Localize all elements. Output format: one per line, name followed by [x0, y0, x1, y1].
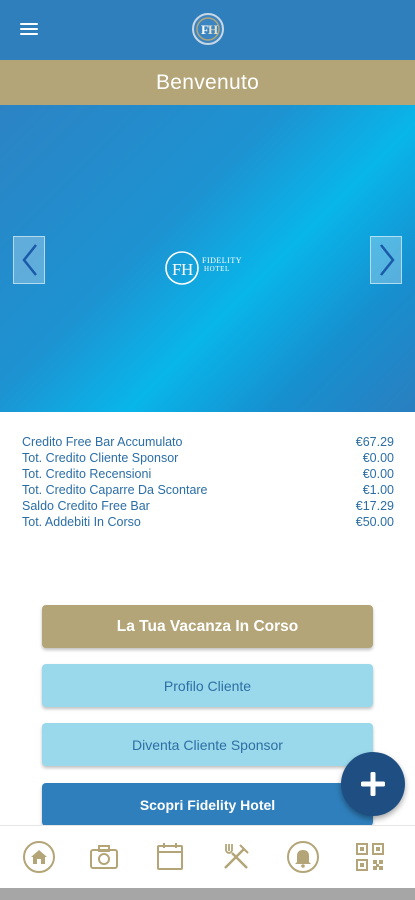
- credit-summary-list: Credito Free Bar Accumulato €67.29 Tot. …: [22, 434, 394, 530]
- nav-qr-code[interactable]: [352, 839, 388, 875]
- restaurant-icon: [224, 844, 249, 869]
- bell-icon: [287, 841, 319, 873]
- credit-label: Tot. Credito Caparre Da Scontare: [22, 483, 208, 497]
- credit-value: €50.00: [355, 515, 394, 529]
- fidelity-hotel-logo-icon: F H: [191, 12, 225, 46]
- carousel-logo-name: FIDELITY: [202, 256, 242, 265]
- nav-camera[interactable]: [86, 839, 122, 875]
- svg-text:H: H: [208, 22, 218, 37]
- current-vacation-button[interactable]: La Tua Vacanza In Corso: [42, 605, 373, 648]
- carousel-prev-button[interactable]: [13, 236, 45, 284]
- carousel-logo: F H FIDELITY HOTEL: [164, 247, 254, 289]
- chevron-right-icon: [380, 244, 395, 276]
- plus-icon: [361, 772, 385, 796]
- credit-row: Tot. Addebiti In Corso €50.00: [22, 514, 394, 530]
- credit-label: Tot. Credito Recensioni: [22, 467, 152, 481]
- home-icon: [23, 841, 55, 873]
- fh-monogram-icon: F H: [165, 251, 199, 285]
- chevron-left-icon: [22, 244, 37, 276]
- system-navigation-bar: [0, 888, 415, 900]
- credit-label: Tot. Addebiti In Corso: [22, 515, 141, 529]
- calendar-icon: [157, 843, 183, 870]
- credit-value: €0.00: [362, 467, 394, 481]
- credit-row: Saldo Credito Free Bar €17.29: [22, 498, 394, 514]
- credit-value: €17.29: [355, 499, 394, 513]
- credit-row: Credito Free Bar Accumulato €67.29: [22, 434, 394, 450]
- nav-restaurant[interactable]: [218, 839, 254, 875]
- nav-notifications[interactable]: [285, 839, 321, 875]
- bottom-navigation: [0, 825, 415, 888]
- top-app-bar: F H: [0, 0, 415, 60]
- nav-calendar[interactable]: [152, 839, 188, 875]
- svg-text:H: H: [181, 260, 193, 279]
- credit-row: Tot. Credito Caparre Da Scontare €1.00: [22, 482, 394, 498]
- carousel-next-button[interactable]: [370, 236, 402, 284]
- discover-hotel-button[interactable]: Scopri Fidelity Hotel: [42, 783, 373, 826]
- credit-value: €1.00: [362, 483, 394, 497]
- qr-code-icon: [356, 843, 384, 871]
- app-screen: F H Benvenuto F H FIDELITY HOTEL Credito…: [0, 0, 415, 900]
- add-fab-button[interactable]: [341, 752, 405, 816]
- camera-icon: [90, 845, 118, 869]
- credit-label: Credito Free Bar Accumulato: [22, 435, 183, 449]
- customer-profile-button[interactable]: Profilo Cliente: [42, 664, 373, 707]
- hero-carousel[interactable]: F H FIDELITY HOTEL: [0, 105, 415, 412]
- credit-label: Saldo Credito Free Bar: [22, 499, 150, 513]
- credit-value: €0.00: [362, 451, 394, 465]
- nav-home[interactable]: [21, 839, 57, 875]
- carousel-logo-hotel: HOTEL: [204, 265, 230, 273]
- become-sponsor-button[interactable]: Diventa Cliente Sponsor: [42, 723, 373, 766]
- credit-label: Tot. Credito Cliente Sponsor: [22, 451, 179, 465]
- page-title: Benvenuto: [155, 70, 260, 94]
- credit-row: Tot. Credito Cliente Sponsor €0.00: [22, 450, 394, 466]
- hamburger-menu-icon[interactable]: [18, 20, 42, 40]
- page-title-bar: Benvenuto: [0, 60, 415, 105]
- credit-value: €67.29: [355, 435, 394, 449]
- credit-row: Tot. Credito Recensioni €0.00: [22, 466, 394, 482]
